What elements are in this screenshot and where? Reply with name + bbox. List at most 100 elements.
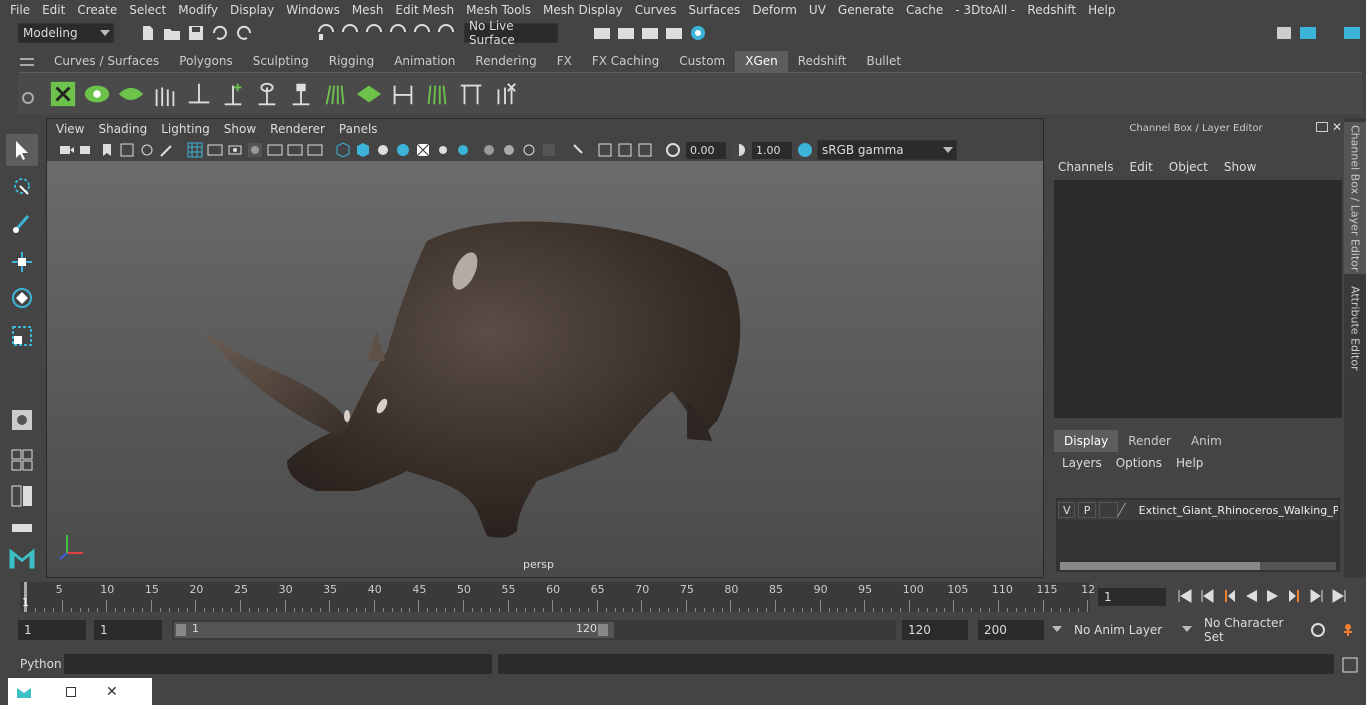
layer-visibility-toggle[interactable]: V [1058,502,1076,518]
range-slider-bar[interactable] [174,622,614,638]
layer-menu-options[interactable]: Options [1116,456,1162,470]
channel-box-menu-channels[interactable]: Channels [1058,160,1126,174]
render-settings-icon[interactable] [664,24,684,42]
shelf-menu-icon[interactable] [20,58,34,66]
channel-box-menu-show[interactable]: Show [1224,160,1268,174]
paint-select-tool-icon[interactable] [6,208,38,240]
layout-quad-icon[interactable] [6,444,38,476]
rotate-tool-icon[interactable] [6,282,38,314]
menu-surfaces[interactable]: Surfaces [682,3,746,17]
step-back-frame-icon[interactable] [1221,588,1237,604]
menu-deform[interactable]: Deform [746,3,803,17]
play-forward-icon[interactable] [1265,588,1281,604]
menu-help[interactable]: Help [1082,3,1121,17]
command-input[interactable] [64,654,492,674]
smooth-shade-icon[interactable] [355,142,371,158]
shelf-tab-rendering[interactable]: Rendering [465,51,546,72]
camera-attributes-icon[interactable] [79,142,95,158]
close-window-icon[interactable]: ✕ [106,684,118,700]
bookmark-icon[interactable] [99,142,115,158]
camera-select-icon[interactable] [59,142,75,158]
shelf-tab-rigging[interactable]: Rigging [319,51,384,72]
grid-icon[interactable] [187,142,203,158]
shadows-icon[interactable] [455,142,471,158]
open-scene-icon[interactable] [162,24,182,42]
ambient-occlusion-icon[interactable] [481,142,497,158]
render-view-icon[interactable] [592,24,612,42]
anti-aliasing-icon[interactable] [521,142,537,158]
range-slider-track[interactable]: 1 120 [172,620,896,640]
snap-surface-icon[interactable] [412,24,432,42]
channel-box-menu-object[interactable]: Object [1169,160,1220,174]
guide-cut-icon[interactable] [388,78,418,110]
timeline-ruler[interactable]: 5 10 15 20 25 30 35 40 45 50 55 60 65 70 75 80 85 90 95 100… [20,582,1095,612]
save-scene-icon[interactable] [186,24,206,42]
scale-tool-icon[interactable] [6,320,38,352]
grid-plane-icon[interactable] [354,78,384,110]
menu-select[interactable]: Select [123,3,172,17]
layer-menu-help[interactable]: Help [1176,456,1203,470]
step-back-key-icon[interactable] [1199,588,1215,604]
layout-icon[interactable] [1298,24,1318,42]
tab-channel-box[interactable]: Channel Box / Layer Editor [1344,122,1366,274]
xgen-editor-icon[interactable] [48,78,78,110]
shelf-tab-fx-caching[interactable]: FX Caching [582,51,669,72]
undo-icon[interactable] [210,24,230,42]
safe-action-icon[interactable] [287,142,303,158]
menu-mesh-display[interactable]: Mesh Display [537,3,629,17]
layer-playback-toggle[interactable]: P [1078,502,1096,518]
layer-menu-layers[interactable]: Layers [1062,456,1102,470]
select-tool-icon[interactable] [6,134,38,166]
gamma-field[interactable]: 1.00 [752,141,792,159]
frame-all-icon[interactable] [597,142,613,158]
default-lighting-icon[interactable] [375,142,391,158]
channel-box-list[interactable] [1054,180,1342,418]
motion-blur-icon[interactable] [501,142,517,158]
menu-edit[interactable]: Edit [36,3,71,17]
menu-curves[interactable]: Curves [629,3,683,17]
menu-mesh[interactable]: Mesh [346,3,390,17]
range-end-handle[interactable] [598,624,608,636]
shelf-tab-animation[interactable]: Animation [384,51,465,72]
shelf-tab-bullet[interactable]: Bullet [856,51,911,72]
menu-3dtoall[interactable]: - 3DtoAll - [949,3,1021,17]
menu-display[interactable]: Display [224,3,280,17]
3d-viewport[interactable]: persp [47,161,1043,577]
shelf-tab-fx[interactable]: FX [547,51,582,72]
play-backward-icon[interactable] [1243,588,1259,604]
menu-create[interactable]: Create [71,3,123,17]
workspace-icon[interactable] [1274,24,1294,42]
frame-selected-icon[interactable] [617,142,633,158]
color-space-dropdown[interactable]: sRGB gamma [817,140,957,160]
menu-mesh-tools[interactable]: Mesh Tools [460,3,537,17]
image-plane-icon[interactable] [119,142,135,158]
select-guides-icon[interactable] [184,78,214,110]
guide-comb-icon[interactable] [320,78,350,110]
panel-toggle-icon[interactable] [1342,24,1362,42]
use-all-lights-icon[interactable] [435,142,451,158]
wireframe-icon[interactable] [335,142,351,158]
range-start-handle[interactable] [176,624,186,636]
redo-icon[interactable] [234,24,254,42]
snap-vertex-icon[interactable] [436,24,456,42]
viewport-menu-panels[interactable]: Panels [332,122,385,136]
viewport-menu-shading[interactable]: Shading [91,122,154,136]
hypershade-icon[interactable] [688,24,708,42]
playback-start-field[interactable]: 1 [94,620,162,640]
menu-cache[interactable]: Cache [900,3,949,17]
menu-modify[interactable]: Modify [172,3,224,17]
layer-list[interactable]: V P Extinct_Giant_Rhinoceros_Walking_Po [1056,498,1340,572]
new-scene-icon[interactable] [138,24,158,42]
gate-mask-icon[interactable] [247,142,263,158]
end-time-field[interactable]: 200 [978,620,1044,640]
layer-tab-render[interactable]: Render [1118,430,1181,452]
color-management-icon[interactable] [797,142,813,158]
snap-curve-icon[interactable] [340,24,360,42]
layer-scrollbar[interactable] [1060,562,1336,570]
auto-key-icon[interactable] [1310,622,1326,638]
command-language-label[interactable]: Python [20,657,62,671]
layer-name[interactable]: Extinct_Giant_Rhinoceros_Walking_Po [1139,504,1338,517]
render-current-icon[interactable] [616,24,636,42]
resolution-gate-icon[interactable] [227,142,243,158]
mode-selector[interactable]: Modeling [18,23,114,43]
